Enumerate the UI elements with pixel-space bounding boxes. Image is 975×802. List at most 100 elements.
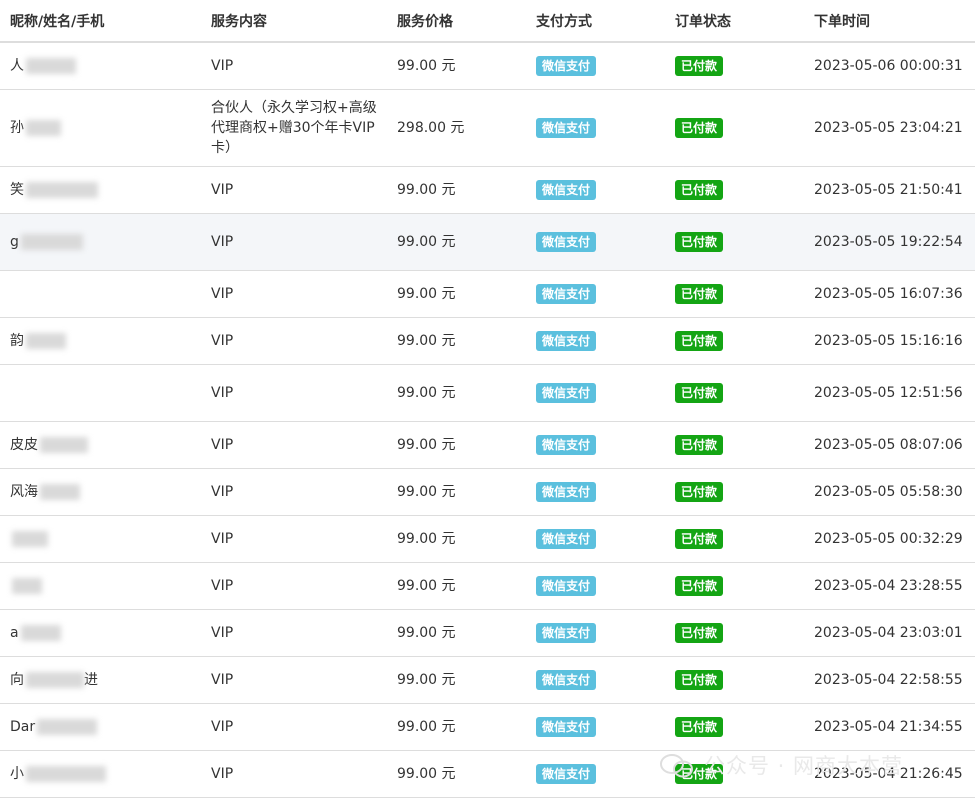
cell-service: VIP bbox=[211, 214, 386, 270]
cell-nickname: 韵 bbox=[10, 318, 200, 364]
redacted-mask bbox=[26, 333, 66, 349]
nickname-text: 风海 bbox=[10, 484, 38, 500]
status-badge: 已付款 bbox=[675, 383, 724, 403]
cell-nickname bbox=[10, 365, 200, 421]
cell-nickname: 皮皮 bbox=[10, 422, 200, 468]
cell-service: VIP bbox=[211, 751, 386, 797]
header-status[interactable]: 订单状态 bbox=[675, 0, 805, 41]
cell-time: 2023-05-05 00:32:29 bbox=[814, 516, 974, 562]
table-row[interactable]: a VIP 99.00 元 微信支付 已付款 2023-05-04 23:03:… bbox=[0, 610, 975, 657]
cell-service: VIP bbox=[211, 422, 386, 468]
nickname-text: g bbox=[10, 234, 19, 250]
table-row[interactable]: Dar VIP 99.00 元 微信支付 已付款 2023-05-04 21:3… bbox=[0, 704, 975, 751]
order-time-text: 2023-05-05 21:50:41 bbox=[814, 182, 963, 198]
price-text: 99.00 元 bbox=[397, 58, 456, 74]
header-price[interactable]: 服务价格 bbox=[397, 0, 527, 41]
cell-price: 99.00 元 bbox=[397, 751, 527, 797]
header-payment[interactable]: 支付方式 bbox=[536, 0, 666, 41]
cell-time: 2023-05-05 19:22:54 bbox=[814, 214, 974, 270]
redacted-mask bbox=[20, 234, 83, 250]
cell-time: 2023-05-04 23:28:55 bbox=[814, 563, 974, 609]
cell-nickname bbox=[10, 563, 200, 609]
nickname-text: 孙 bbox=[10, 120, 24, 136]
cell-time: 2023-05-05 23:04:21 bbox=[814, 90, 974, 166]
order-time-text: 2023-05-05 12:51:56 bbox=[814, 385, 963, 401]
order-time-text: 2023-05-05 00:32:29 bbox=[814, 531, 963, 547]
cell-time: 2023-05-05 08:07:06 bbox=[814, 422, 974, 468]
status-badge: 已付款 bbox=[675, 232, 724, 252]
payment-method-badge: 微信支付 bbox=[536, 284, 597, 304]
redacted-mask bbox=[12, 531, 48, 547]
status-badge: 已付款 bbox=[675, 576, 724, 596]
cell-status: 已付款 bbox=[675, 271, 805, 317]
redacted-mask bbox=[26, 182, 98, 198]
status-badge: 已付款 bbox=[675, 284, 724, 304]
redacted-mask bbox=[26, 672, 84, 688]
table-row[interactable]: 笑 VIP 99.00 元 微信支付 已付款 2023-05-05 21:50:… bbox=[0, 167, 975, 214]
header-name[interactable]: 昵称/姓名/手机 bbox=[10, 0, 200, 41]
cell-time: 2023-05-05 05:58:30 bbox=[814, 469, 974, 515]
payment-method-badge: 微信支付 bbox=[536, 529, 597, 549]
table-header: 昵称/姓名/手机 服务内容 服务价格 支付方式 订单状态 下单时间 bbox=[0, 0, 975, 43]
payment-method-badge: 微信支付 bbox=[536, 576, 597, 596]
table-row[interactable]: g VIP 99.00 元 微信支付 已付款 2023-05-05 19:22:… bbox=[0, 214, 975, 271]
cell-price: 99.00 元 bbox=[397, 516, 527, 562]
table-row[interactable]: VIP 99.00 元 微信支付 已付款 2023-05-05 00:32:29 bbox=[0, 516, 975, 563]
service-text: VIP bbox=[211, 672, 234, 688]
price-text: 99.00 元 bbox=[397, 437, 456, 453]
table-row[interactable]: 向 进 VIP 99.00 元 微信支付 已付款 2023-05-04 22:5… bbox=[0, 657, 975, 704]
table-row[interactable]: 皮皮 VIP 99.00 元 微信支付 已付款 2023-05-05 08:07… bbox=[0, 422, 975, 469]
table-row[interactable]: 韵 VIP 99.00 元 微信支付 已付款 2023-05-05 15:16:… bbox=[0, 318, 975, 365]
price-text: 99.00 元 bbox=[397, 234, 456, 250]
cell-service: VIP bbox=[211, 469, 386, 515]
cell-service: VIP bbox=[211, 704, 386, 750]
cell-price: 99.00 元 bbox=[397, 365, 527, 421]
status-badge: 已付款 bbox=[675, 623, 724, 643]
table-row[interactable]: 风海 VIP 99.00 元 微信支付 已付款 2023-05-05 05:58… bbox=[0, 469, 975, 516]
cell-payment: 微信支付 bbox=[536, 751, 666, 797]
redacted-mask bbox=[12, 578, 42, 594]
cell-payment: 微信支付 bbox=[536, 167, 666, 213]
nickname-text: 笑 bbox=[10, 182, 24, 198]
nickname-text: 人 bbox=[10, 58, 24, 74]
cell-status: 已付款 bbox=[675, 516, 805, 562]
cell-nickname bbox=[10, 516, 200, 562]
service-text: VIP bbox=[211, 437, 234, 453]
cell-status: 已付款 bbox=[675, 214, 805, 270]
cell-service: VIP bbox=[211, 43, 386, 89]
table-row[interactable]: 人 VIP 99.00 元 微信支付 已付款 2023-05-06 00:00:… bbox=[0, 43, 975, 90]
nickname-text: 皮皮 bbox=[10, 437, 38, 453]
payment-method-badge: 微信支付 bbox=[536, 670, 597, 690]
price-text: 99.00 元 bbox=[397, 672, 456, 688]
cell-status: 已付款 bbox=[675, 90, 805, 166]
header-time[interactable]: 下单时间 bbox=[814, 0, 974, 41]
service-text: VIP bbox=[211, 286, 234, 302]
cell-time: 2023-05-05 21:50:41 bbox=[814, 167, 974, 213]
cell-payment: 微信支付 bbox=[536, 271, 666, 317]
cell-price: 99.00 元 bbox=[397, 214, 527, 270]
order-time-text: 2023-05-05 16:07:36 bbox=[814, 286, 963, 302]
cell-time: 2023-05-05 16:07:36 bbox=[814, 271, 974, 317]
table-row[interactable]: 孙 合伙人（永久学习权+高级代理商权+赠30个年卡VIP卡） 298.00 元 … bbox=[0, 90, 975, 167]
wechat-icon bbox=[660, 754, 694, 778]
cell-payment: 微信支付 bbox=[536, 422, 666, 468]
table-row[interactable]: VIP 99.00 元 微信支付 已付款 2023-05-05 16:07:36 bbox=[0, 271, 975, 318]
payment-method-badge: 微信支付 bbox=[536, 232, 597, 252]
service-text: VIP bbox=[211, 58, 234, 74]
redacted-mask bbox=[40, 437, 88, 453]
cell-nickname: 孙 bbox=[10, 90, 200, 166]
cell-status: 已付款 bbox=[675, 563, 805, 609]
cell-status: 已付款 bbox=[675, 657, 805, 703]
table-row[interactable]: VIP 99.00 元 微信支付 已付款 2023-05-05 12:51:56 bbox=[0, 365, 975, 422]
cell-time: 2023-05-04 21:34:55 bbox=[814, 704, 974, 750]
redacted-mask bbox=[26, 58, 76, 74]
watermark: 公众号 · 网商大本营 bbox=[660, 748, 975, 782]
cell-price: 99.00 元 bbox=[397, 43, 527, 89]
cell-payment: 微信支付 bbox=[536, 657, 666, 703]
header-service[interactable]: 服务内容 bbox=[211, 0, 386, 41]
cell-payment: 微信支付 bbox=[536, 610, 666, 656]
cell-status: 已付款 bbox=[675, 167, 805, 213]
price-text: 99.00 元 bbox=[397, 625, 456, 641]
cell-nickname: 笑 bbox=[10, 167, 200, 213]
table-row[interactable]: VIP 99.00 元 微信支付 已付款 2023-05-04 23:28:55 bbox=[0, 563, 975, 610]
